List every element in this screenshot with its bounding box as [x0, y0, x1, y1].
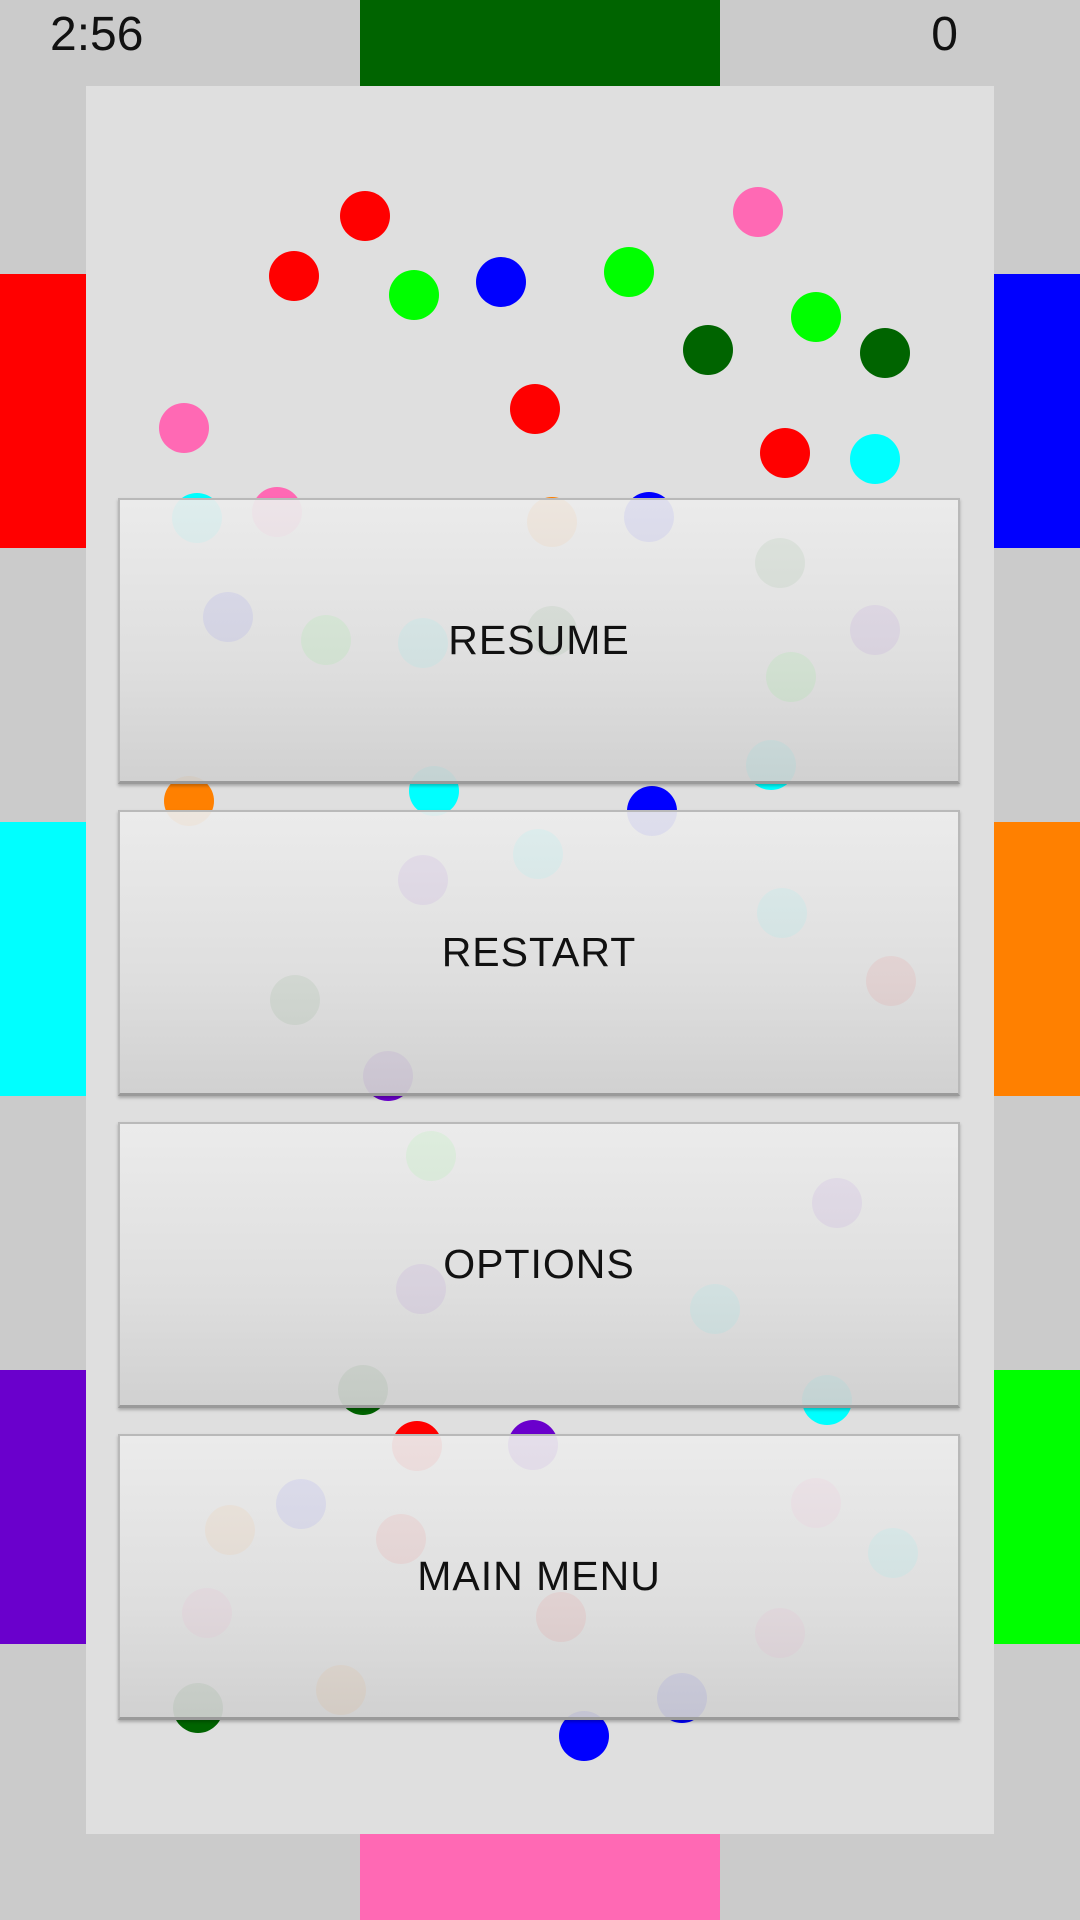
ball[interactable] [340, 191, 390, 241]
score: 0 [931, 8, 958, 61]
goal-left-2 [0, 822, 86, 1096]
timer: 2:56 [50, 8, 144, 61]
ball[interactable] [159, 403, 209, 453]
ball[interactable] [683, 325, 733, 375]
options-button[interactable]: OPTIONS [118, 1122, 960, 1408]
ball[interactable] [733, 187, 783, 237]
ball[interactable] [860, 328, 910, 378]
game-screen: 2:56 0 RESUME RESTART OPTIONS MAIN MENU [0, 0, 1080, 1920]
ball[interactable] [791, 292, 841, 342]
ball[interactable] [604, 247, 654, 297]
goal-right-1 [994, 274, 1080, 548]
goal-top [360, 0, 720, 86]
ball[interactable] [510, 384, 560, 434]
goal-right-2 [994, 822, 1080, 1096]
resume-button[interactable]: RESUME [118, 498, 960, 784]
ball[interactable] [389, 270, 439, 320]
ball[interactable] [269, 251, 319, 301]
goal-bottom [360, 1834, 720, 1920]
goal-right-3 [994, 1370, 1080, 1644]
goal-left-1 [0, 274, 86, 548]
main-menu-button[interactable]: MAIN MENU [118, 1434, 960, 1720]
ball[interactable] [850, 434, 900, 484]
ball[interactable] [476, 257, 526, 307]
ball[interactable] [760, 428, 810, 478]
goal-left-3 [0, 1370, 86, 1644]
restart-button[interactable]: RESTART [118, 810, 960, 1096]
